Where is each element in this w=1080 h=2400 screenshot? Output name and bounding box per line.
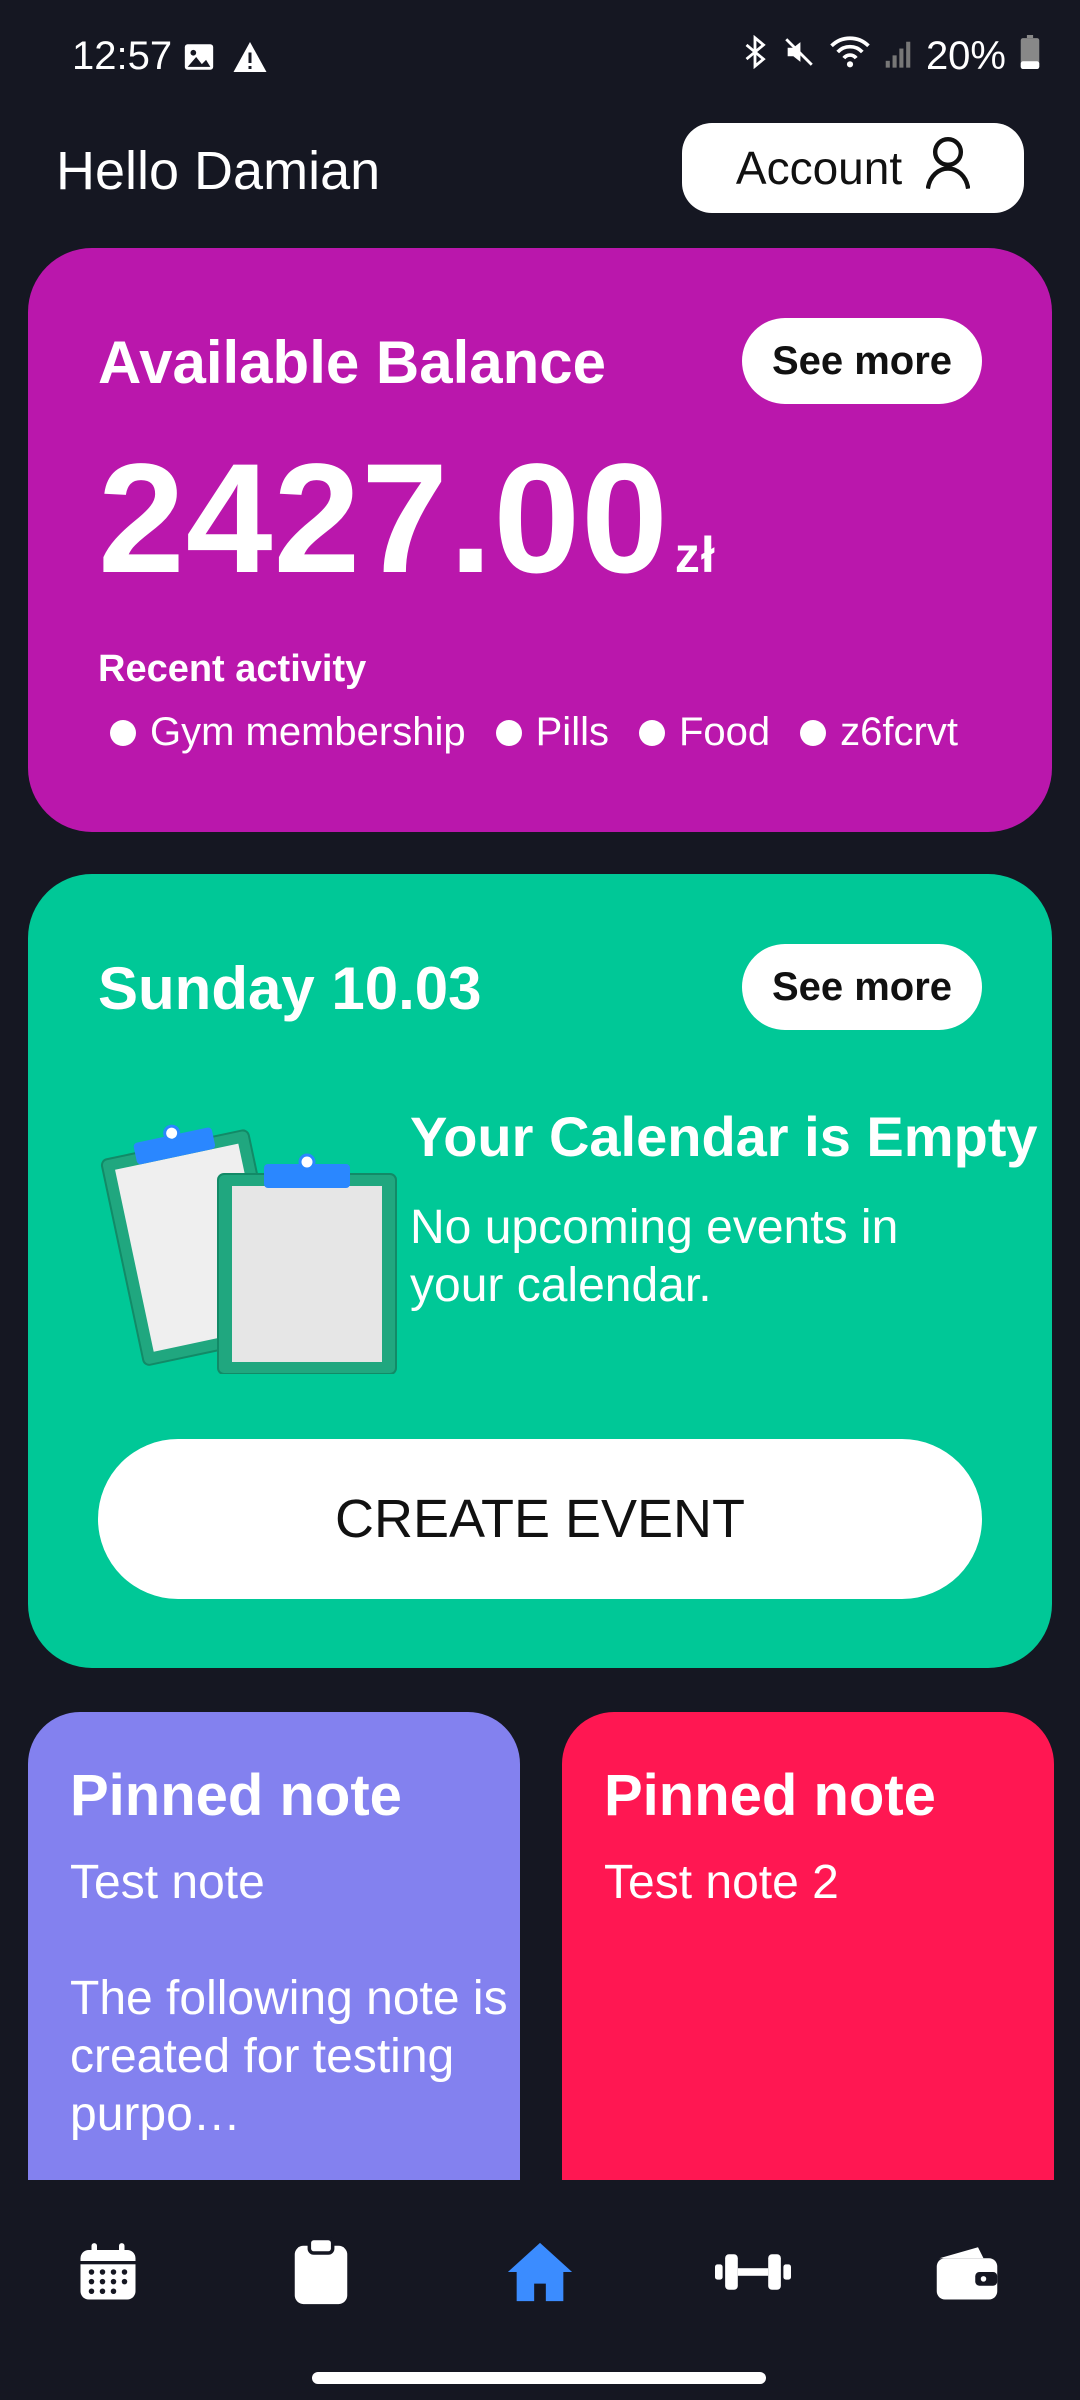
status-right-icons: 20%: [742, 34, 1040, 79]
activity-item[interactable]: Food: [638, 710, 771, 755]
create-event-button[interactable]: CREATE EVENT: [98, 1439, 982, 1599]
balance-title: Available Balance: [98, 329, 607, 396]
note-title: Pinned note: [70, 1763, 402, 1828]
balance-card[interactable]: Available Balance See more 2427.00 zł Rec…: [28, 248, 1052, 832]
pinned-note-card[interactable]: Pinned note Test note The following note…: [28, 1712, 520, 2232]
note-body: Test note 2: [604, 1856, 839, 1909]
bottom-navigation: [0, 2180, 1080, 2350]
bullet-icon: [638, 719, 665, 746]
account-button[interactable]: Account: [682, 123, 1024, 213]
activity-item[interactable]: Pills: [495, 710, 609, 755]
calendar-date: Sunday 10.03: [98, 955, 482, 1022]
note-body: Test note The following note is created …: [70, 1856, 508, 2141]
calendar-see-more-button[interactable]: See more: [742, 944, 982, 1030]
image-icon: [182, 40, 216, 79]
activity-item[interactable]: Gym membership: [110, 710, 466, 755]
calendar-empty-subtitle: No upcoming events in your calendar.: [410, 1201, 899, 1312]
account-label: Account: [735, 142, 903, 194]
activity-label: Gym membership: [150, 710, 466, 754]
wifi-icon: [830, 34, 870, 79]
recent-activity-label: Recent activity: [98, 648, 367, 690]
activity-label: Pills: [535, 710, 609, 754]
activity-label: Food: [678, 710, 771, 754]
activity-item[interactable]: z6fcrvt: [800, 710, 958, 755]
pinned-note-card[interactable]: Pinned note Test note 2: [562, 1712, 1054, 2232]
balance-currency: zł: [674, 527, 716, 583]
bullet-icon: [495, 719, 522, 746]
bullet-icon: [110, 719, 136, 746]
status-time: 12:57: [72, 34, 173, 78]
activity-label: z6fcrvt: [840, 710, 958, 754]
clipboards-illustration-icon: [98, 1104, 398, 1379]
mute-icon: [782, 34, 816, 79]
bullet-icon: [800, 719, 827, 746]
calendar-icon[interactable]: [68, 2232, 148, 2312]
calendar-card[interactable]: Sunday 10.03 See more Your Calendar is E…: [28, 874, 1052, 1668]
status-left-icons: [182, 40, 268, 79]
clipboard-icon[interactable]: [281, 2232, 361, 2312]
bluetooth-icon: [742, 34, 768, 79]
battery-icon: [1020, 34, 1040, 79]
dumbbell-icon[interactable]: [713, 2232, 793, 2312]
signal-icon: [884, 34, 912, 79]
balance-see-more-button[interactable]: See more: [742, 318, 982, 404]
home-indicator: [312, 2372, 766, 2384]
wallet-icon[interactable]: [927, 2232, 1007, 2312]
balance-value: 2427.00: [98, 432, 669, 606]
greeting: Hello Damian: [56, 141, 381, 201]
balance-amount: 2427.00 zł: [98, 430, 716, 609]
warning-icon: [232, 40, 268, 79]
battery-percent: 20%: [925, 34, 1006, 78]
recent-activity-list: Gym membership Pills Food z6fcrvt: [110, 710, 958, 755]
note-title: Pinned note: [604, 1763, 936, 1828]
user-icon: [925, 135, 971, 202]
home-icon[interactable]: [500, 2232, 580, 2312]
calendar-empty-title: Your Calendar is Empty: [410, 1105, 1038, 1168]
